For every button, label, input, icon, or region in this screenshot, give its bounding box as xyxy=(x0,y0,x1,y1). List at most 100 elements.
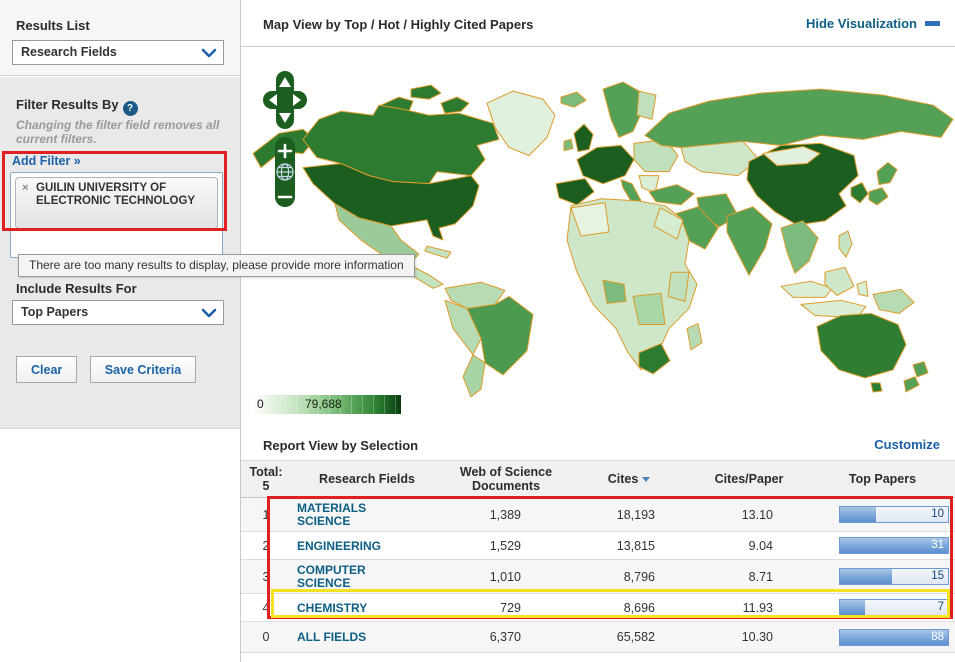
table-row: 0 ALL FIELDS 6,370 65,582 10.30 88 xyxy=(241,621,955,653)
filter-section-title: Filter Results By? xyxy=(16,97,138,116)
results-list-title: Results List xyxy=(16,18,90,33)
field-link[interactable]: COMPUTER SCIENCE xyxy=(297,563,409,590)
country-shape xyxy=(912,361,929,378)
row-cites-per-paper: 11.93 xyxy=(689,593,809,622)
country-shape xyxy=(602,279,627,304)
table-row: 2 ENGINEERING 1,529 13,815 9.04 31 xyxy=(241,531,955,560)
row-cites-per-paper: 13.10 xyxy=(689,497,809,532)
row-cites: 8,796 xyxy=(569,559,689,594)
include-results-title: Include Results For xyxy=(16,281,137,296)
country-shape xyxy=(780,280,833,298)
chevron-down-icon xyxy=(201,308,217,318)
row-cites-per-paper: 8.71 xyxy=(689,559,809,594)
country-shape xyxy=(780,220,819,274)
top-papers-bar: 7 xyxy=(839,599,949,616)
field-link[interactable]: ENGINEERING xyxy=(297,539,381,553)
map-view-title: Map View by Top / Hot / Highly Cited Pap… xyxy=(263,17,534,32)
report-header: Report View by Selection Customize xyxy=(241,429,955,460)
collapse-minus-icon xyxy=(925,21,940,26)
hide-visualization-link[interactable]: Hide Visualization xyxy=(806,16,940,31)
row-rank: 4 xyxy=(241,593,291,622)
chevron-down-icon xyxy=(201,48,217,58)
top-papers-bar: 10 xyxy=(839,506,949,523)
map-header: Map View by Top / Hot / Highly Cited Pap… xyxy=(241,0,955,47)
table-row: 3 COMPUTER SCIENCE 1,010 8,796 8.71 15 xyxy=(241,559,955,594)
country-shape xyxy=(440,96,470,114)
country-shape xyxy=(644,88,954,152)
filter-input-box[interactable]: × GUILIN UNIVERSITY OF ELECTRONIC TECHNO… xyxy=(10,172,223,258)
country-shape xyxy=(667,271,690,302)
esi-application: Results List Research Fields Filter Resu… xyxy=(0,0,955,662)
legend-max-label: 79,688 xyxy=(305,397,342,411)
bar-fill xyxy=(840,507,876,522)
total-count: 5 xyxy=(262,479,270,493)
field-link[interactable]: ALL FIELDS xyxy=(297,631,366,644)
remove-filter-icon[interactable]: × xyxy=(22,182,28,195)
filter-chip-label: GUILIN UNIVERSITY OF ELECTRONIC TECHNOLO… xyxy=(36,182,196,207)
world-choropleth-map[interactable] xyxy=(241,75,955,397)
country-shape xyxy=(856,280,869,297)
save-criteria-button[interactable]: Save Criteria xyxy=(89,356,197,383)
bar-value: 88 xyxy=(931,630,944,643)
country-shape xyxy=(560,91,587,108)
results-list-section: Results List Research Fields xyxy=(0,0,240,76)
field-link[interactable]: CHEMISTRY xyxy=(297,601,367,615)
col-header-cites-sort[interactable]: Cites xyxy=(569,460,689,498)
filter-note: Changing the filter field removes all cu… xyxy=(16,118,220,146)
row-rank: 2 xyxy=(241,531,291,560)
country-shape xyxy=(636,90,657,120)
row-docs: 1,389 xyxy=(443,497,569,532)
bar-value: 31 xyxy=(931,539,944,551)
row-docs: 6,370 xyxy=(443,621,569,653)
country-shape xyxy=(903,376,920,393)
country-shape xyxy=(868,187,889,206)
report-table: Total: 5 Research Fields Web of Science … xyxy=(241,460,955,653)
zoom-control xyxy=(275,137,295,207)
results-list-dropdown[interactable]: Research Fields xyxy=(12,40,224,65)
bar-value: 10 xyxy=(931,508,944,520)
filter-title-text: Filter Results By xyxy=(16,97,119,112)
include-results-dropdown[interactable]: Top Papers xyxy=(12,300,224,325)
row-cites-per-paper: 10.30 xyxy=(689,621,809,653)
country-shape xyxy=(876,162,898,186)
sort-down-icon xyxy=(642,477,651,482)
total-label: Total: xyxy=(249,465,283,479)
country-shape xyxy=(816,312,907,379)
report-view-title: Report View by Selection xyxy=(263,438,419,453)
map-color-legend: 0 79,688 xyxy=(253,395,401,414)
country-shape xyxy=(563,138,574,151)
map-area: 0 79,688 xyxy=(241,47,955,429)
filter-buttons: Clear Save Criteria xyxy=(16,356,204,383)
row-cites: 18,193 xyxy=(569,497,689,532)
sidebar: Results List Research Fields Filter Resu… xyxy=(0,0,240,662)
row-rank: 0 xyxy=(241,621,291,653)
top-papers-bar: 88 xyxy=(839,628,949,646)
help-icon[interactable]: ? xyxy=(122,101,138,116)
country-shape xyxy=(850,182,869,204)
hide-visualization-label: Hide Visualization xyxy=(805,16,917,31)
country-shape xyxy=(632,292,666,326)
map-navigation-control[interactable] xyxy=(263,71,307,207)
pan-control xyxy=(263,71,307,129)
country-shape xyxy=(573,123,594,152)
field-link[interactable]: MATERIALS SCIENCE xyxy=(297,501,409,528)
results-tooltip: There are too many results to display, p… xyxy=(18,254,415,277)
filter-section: Filter Results By? Changing the filter f… xyxy=(0,77,240,429)
top-papers-bar: 31 xyxy=(839,537,949,554)
add-filter-link[interactable]: Add Filter » xyxy=(12,154,81,168)
table-header-row: Total: 5 Research Fields Web of Science … xyxy=(241,460,955,498)
country-shape xyxy=(424,245,452,259)
bar-value: 15 xyxy=(931,570,944,582)
col-header-top-papers: Top Papers xyxy=(809,460,955,498)
country-shape xyxy=(680,140,760,177)
clear-button[interactable]: Clear xyxy=(16,356,78,383)
row-rank: 1 xyxy=(241,497,291,532)
legend-min-label: 0 xyxy=(257,397,264,411)
bar-value: 7 xyxy=(937,601,944,613)
country-shape xyxy=(462,354,486,397)
row-cites: 65,582 xyxy=(569,621,689,653)
include-results-dropdown-value: Top Papers xyxy=(21,305,89,319)
row-cites: 13,815 xyxy=(569,531,689,560)
country-shape xyxy=(686,323,703,351)
customize-link[interactable]: Customize xyxy=(874,437,940,452)
